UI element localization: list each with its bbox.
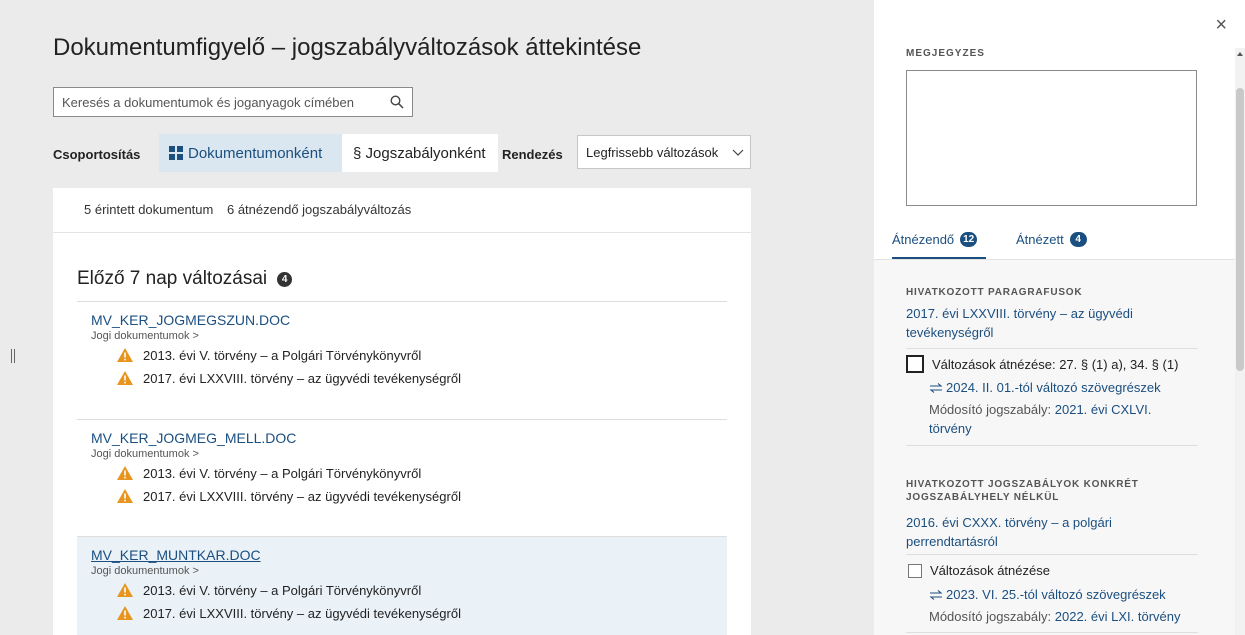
change-link-text: 2024. II. 01.-tól változó szövegrészek [946,380,1161,395]
warning-icon [117,583,133,597]
law-title: 2017. évi LXXVIII. törvény – az ügyvédi … [143,370,461,386]
category-label: HIVATKOZOTT JOGSZABÁLYOK KONKRÉT JOGSZAB… [906,479,1139,503]
group-by-law-label: § Jogszabályonként [353,144,486,162]
divider [906,445,1198,446]
page-title: Dokumentumfigyelő – jogszabályváltozások… [53,34,642,61]
law-title: 2013. évi V. törvény – a Polgári Törvény… [143,465,422,481]
law-change-row: 2013. évi V. törvény – a Polgári Törvény… [91,463,727,483]
divider [906,554,1198,555]
divider [53,232,751,233]
law-title: 2017. évi LXXVIII. törvény – az ügyvédi … [143,605,461,621]
search-icon[interactable] [390,95,404,109]
scrollbar-thumb[interactable] [1236,88,1244,371]
document-item: MV_KER_JOGMEG_MELL.DOC Jogi dokumentumok… [77,420,727,536]
law-change-row: 2017. évi LXXVIII. törvény – az ügyvédi … [91,368,727,388]
review-checkbox[interactable] [906,355,924,373]
law-change-row: 2017. évi LXXVIII. törvény – az ügyvédi … [91,486,727,506]
note-textarea[interactable] [906,70,1197,206]
law-change-row: 2017. évi LXXVIII. törvény – az ügyvédi … [91,603,727,623]
law-link[interactable]: 2017. évi LXXVIII. törvény – az ügyvédi … [906,304,1176,342]
law-change-row: 2013. évi V. törvény – a Polgári Törvény… [91,345,727,365]
main-area: Dokumentumfigyelő – jogszabályváltozások… [0,0,874,635]
warning-icon [117,348,133,362]
tab-pending-label: Átnézendő [892,232,955,247]
law-title: 2013. évi V. törvény – a Polgári Törvény… [143,582,422,598]
warning-icon [117,371,133,385]
document-path[interactable]: Jogi dokumentumok > [91,330,727,342]
scroll-up-arrow-icon[interactable] [1237,52,1243,56]
summary-counts: 5 érintett dokumentum 6 átnézendő jogsza… [84,202,411,217]
change-link[interactable]: 2024. II. 01.-tól változó szövegrészek [929,380,1161,395]
sort-selected-value: Legfrissebb változások [586,144,719,160]
modifying-law: Módosító jogszabály: 2022. évi LXI. törv… [929,607,1204,626]
review-checkbox-label: Változások átnézése: 27. § (1) a), 34. §… [932,356,1179,372]
document-link[interactable]: MV_KER_JOGMEGSZUN.DOC [91,312,727,328]
tab-reviewed[interactable]: Átnézett 4 [1016,232,1087,247]
review-checkbox[interactable] [908,563,922,578]
section-count-badge: 4 [277,271,293,287]
document-path[interactable]: Jogi dokumentumok > [91,565,727,577]
change-link[interactable]: 2023. VI. 25.-tól változó szövegrészek [929,587,1166,602]
grid-icon [169,146,183,160]
review-checkbox-label: Változások átnézése [930,563,1050,578]
sort-label: Rendezés [502,147,563,162]
grouping-label: Csoportosítás [53,147,141,162]
affected-documents-count: 5 érintett dokumentum [84,202,214,217]
tab-reviewed-count: 4 [1069,232,1087,247]
pending-changes-count: 6 átnézendő jogszabályváltozás [226,202,412,217]
warning-icon [117,489,133,503]
law-change-row: 2013. évi V. törvény – a Polgári Törvény… [91,580,727,600]
section-title: Előző 7 nap változásai 4 [77,268,293,290]
sort-select[interactable]: Legfrissebb változások [577,135,751,169]
law-title: 2013. évi V. törvény – a Polgári Törvény… [143,347,422,363]
note-label: MEGJEGYZES [906,48,985,59]
document-path[interactable]: Jogi dokumentumok > [91,448,727,460]
modifying-law-prefix: Módosító jogszabály: [929,402,1052,417]
document-link[interactable]: MV_KER_MUNTKAR.DOC [91,547,727,563]
group-by-document-button[interactable]: Dokumentumonként [159,134,342,172]
search-box [53,87,413,117]
warning-icon [117,466,133,480]
document-list-panel: 5 érintett dokumentum 6 átnézendő jogsza… [53,188,751,635]
modifying-law: Módosító jogszabály: 2021. évi CXLVI. tö… [929,400,1189,438]
warning-icon [117,606,133,620]
section-title-text: Előző 7 nap változásai [77,268,268,289]
document-link[interactable]: MV_KER_JOGMEG_MELL.DOC [91,430,727,446]
modifying-law-link[interactable]: 2022. évi LXI. törvény [1055,609,1181,624]
modifying-law-prefix: Módosító jogszabály: [929,609,1052,624]
change-link-text: 2023. VI. 25.-tól változó szövegrészek [946,587,1166,602]
tab-reviewed-label: Átnézett [1016,232,1064,247]
chevron-down-icon [732,149,744,156]
divider [906,632,1198,633]
side-panel: × MEGJEGYZES Átnézendő 12 Átnézett 4 HIV… [874,0,1245,635]
review-checkbox-row: Változások átnézése [906,563,1050,578]
search-input[interactable] [54,88,374,116]
law-title: 2017. évi LXXVIII. törvény – az ügyvédi … [143,488,461,504]
close-icon[interactable]: × [1215,14,1227,37]
group-by-document-label: Dokumentumonként [188,144,323,162]
category-label: HIVATKOZOTT PARAGRAFUSOK [906,287,1083,298]
group-by-law-button[interactable]: § Jogszabályonként [342,134,498,172]
document-item-selected: MV_KER_MUNTKAR.DOC Jogi dokumentumok > 2… [77,537,727,635]
tab-pending-count: 12 [960,232,978,247]
swap-arrows-icon [929,589,943,600]
divider [906,348,1198,349]
resize-handle[interactable] [11,349,16,363]
review-checkbox-row: Változások átnézése: 27. § (1) a), 34. §… [906,355,1178,373]
tab-pending[interactable]: Átnézendő 12 [892,232,978,247]
review-list: HIVATKOZOTT PARAGRAFUSOK 2017. évi LXXVI… [874,260,1245,635]
swap-arrows-icon [929,382,943,393]
law-link[interactable]: 2016. évi CXXX. törvény – a polgári perr… [906,513,1176,551]
document-item: MV_KER_JOGMEGSZUN.DOC Jogi dokumentumok … [77,302,727,419]
